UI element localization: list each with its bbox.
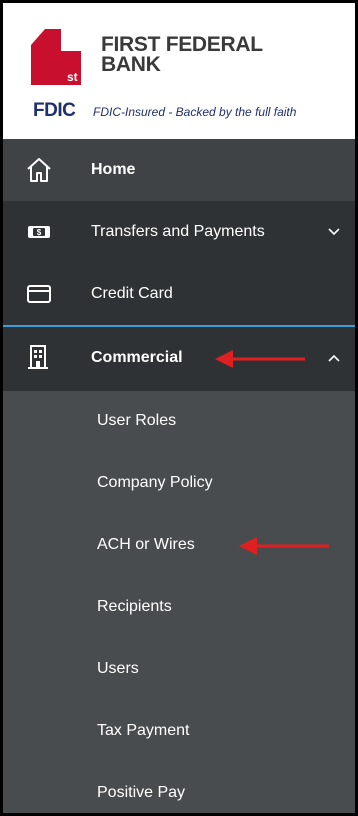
nav-item-credit-card[interactable]: Credit Card [3,263,355,325]
nav-label-credit-card: Credit Card [91,285,173,302]
nav-label-home: Home [91,161,136,178]
nav-item-home[interactable]: Home [3,139,355,201]
submenu-item-company-policy[interactable]: Company Policy [3,453,355,515]
fdic-logo: FDIC [33,100,76,121]
logo-area: st FIRST FEDERAL BANK [3,3,355,87]
chevron-down-icon [328,228,340,236]
annotation-arrow-icon [239,537,329,555]
annotation-arrow-icon [215,350,305,368]
credit-card-icon [27,285,51,303]
nav-label-commercial: Commercial [91,349,183,366]
bank-name-line2: BANK [101,53,161,76]
nav-label-transfers: Transfers and Payments [91,223,265,240]
submenu-item-users[interactable]: Users [3,639,355,701]
home-icon [27,158,51,182]
submenu-label: User Roles [97,412,177,429]
submenu-item-ach-or-wires[interactable]: ACH or Wires [3,515,355,577]
chevron-up-icon [328,354,340,362]
fdic-banner: FDIC FDIC-Insured - Backed by the full f… [3,87,355,137]
commercial-submenu: User Roles Company Policy ACH or Wires R… [3,391,355,813]
svg-text:$: $ [37,228,42,237]
submenu-item-tax-payment[interactable]: Tax Payment [3,701,355,763]
bank-logo-icon: st [31,29,81,85]
submenu-label: Tax Payment [97,722,190,739]
submenu-item-user-roles[interactable]: User Roles [3,391,355,453]
submenu-label: Company Policy [97,474,213,491]
submenu-label: ACH or Wires [97,536,195,553]
dollar-bill-icon: $ [28,226,50,238]
logo-superscript: st [67,70,78,84]
nav-item-commercial[interactable]: Commercial [3,325,355,393]
app-frame: st FIRST FEDERAL BANK FDIC FDIC-Insured … [3,3,355,813]
bank-name-line1: FIRST FEDERAL [101,33,263,56]
submenu-item-positive-pay[interactable]: Positive Pay [3,763,355,813]
submenu-label: Recipients [97,598,172,615]
nav-item-transfers-and-payments[interactable]: $ Transfers and Payments [3,201,355,263]
submenu-label: Users [97,660,139,677]
fdic-text: FDIC-Insured - Backed by the full faith [93,105,297,119]
bank-name: FIRST FEDERAL BANK [101,33,263,76]
submenu-item-recipients[interactable]: Recipients [3,577,355,639]
building-icon [28,345,48,369]
submenu-label: Positive Pay [97,784,186,801]
